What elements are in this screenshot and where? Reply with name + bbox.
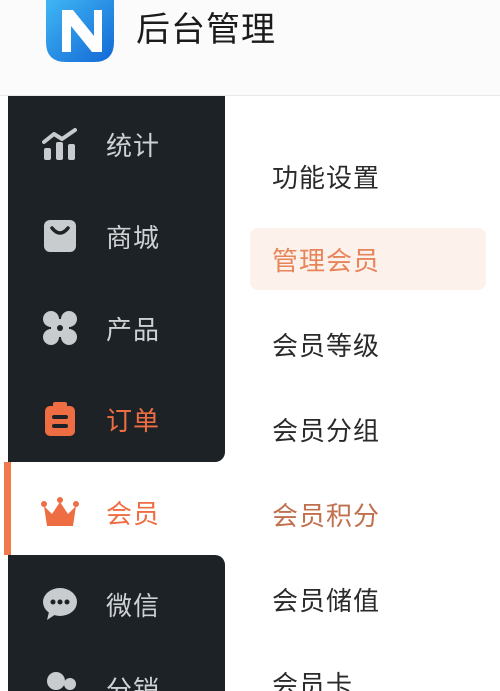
app-title: 后台管理	[136, 10, 276, 50]
active-indicator	[4, 462, 11, 555]
sidebar-item-mall[interactable]: 商城	[40, 206, 220, 266]
stats-icon	[40, 124, 80, 164]
submenu-item-member-levels[interactable]: 会员等级	[250, 313, 486, 375]
grid-icon	[40, 308, 80, 348]
sidebar-item-label: 商城	[106, 223, 161, 254]
submenu-item-member-points[interactable]: 会员积分	[250, 483, 486, 545]
sidebar-item-product[interactable]: 产品	[40, 298, 220, 358]
submenu-item-member-groups[interactable]: 会员分组	[250, 398, 486, 460]
crown-icon	[40, 492, 80, 532]
sidebar-item-distribution[interactable]: 分销	[40, 658, 220, 691]
sidebar-item-label: 会员	[106, 499, 161, 530]
chat-icon	[40, 584, 80, 624]
sidebar-item-members[interactable]: 会员	[40, 482, 220, 542]
sidebar-item-stats[interactable]: 统计	[40, 114, 220, 174]
shopping-bag-icon	[40, 216, 80, 256]
submenu-item-settings[interactable]: 功能设置	[250, 145, 486, 207]
sidebar-item-label: 微信	[106, 591, 161, 622]
submenu-item-member-balance[interactable]: 会员储值	[250, 568, 486, 630]
people-icon	[40, 668, 80, 691]
sidebar-item-label: 订单	[106, 406, 161, 437]
submenu-item-manage-members[interactable]: 管理会员	[250, 228, 486, 290]
submenu-item-member-card[interactable]: 会员卡	[250, 652, 486, 691]
app-header: 后台管理	[0, 0, 500, 96]
sidebar-item-label: 统计	[106, 131, 161, 162]
clipboard-icon	[40, 399, 80, 439]
sidebar-item-label: 分销	[106, 675, 161, 691]
sidebar-item-orders[interactable]: 订单	[40, 389, 220, 449]
n-logo-icon[interactable]	[42, 0, 118, 64]
sidebar-item-label: 产品	[106, 315, 161, 346]
sidebar-item-wechat[interactable]: 微信	[40, 574, 220, 634]
